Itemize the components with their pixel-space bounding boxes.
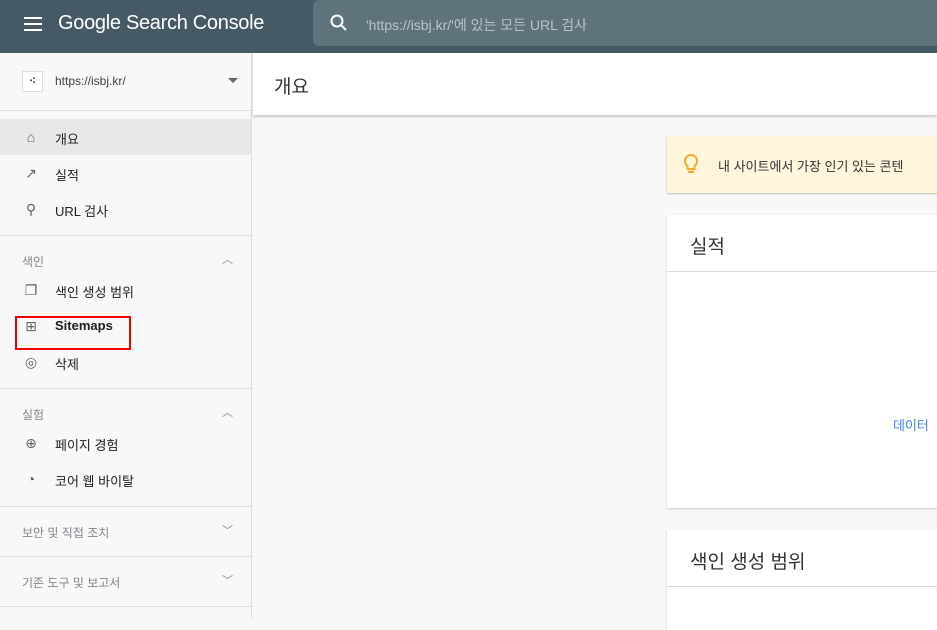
lightbulb-icon (683, 153, 699, 173)
sidebar-item-performance[interactable]: ↗ 실적 (0, 155, 251, 191)
card-title: 실적 (667, 215, 937, 272)
eye-off-icon: ◎ (24, 354, 38, 370)
chevron-down-icon: ﹀ (222, 575, 233, 587)
sidebar-item-coverage[interactable]: ❐ 색인 생성 범위 (0, 272, 251, 308)
sidebar-item-core-web-vitals[interactable]: ◔ 코어 웹 바이탈 (0, 461, 251, 497)
search-placeholder: 'https://isbj.kr/'에 있는 모든 URL 검사 (366, 17, 588, 33)
section-legacy[interactable]: 기존 도구 및 보고서 ﹀ (0, 557, 251, 606)
chevron-up-icon: ︿ (222, 254, 233, 266)
site-favicon: ⁖ (22, 71, 43, 92)
property-selector[interactable]: ⁖ https://isbj.kr/ (0, 53, 251, 111)
search-icon (330, 14, 347, 31)
sidebar-item-page-experience[interactable]: ⊕ 페이지 경험 (0, 425, 251, 461)
trending-up-icon: ↗ (25, 165, 37, 181)
speedometer-icon: ◔ (26, 471, 36, 487)
menu-icon[interactable] (24, 17, 42, 31)
page-header: 개요 (253, 53, 937, 115)
url-inspect-search[interactable]: 'https://isbj.kr/'에 있는 모든 URL 검사 (313, 0, 937, 46)
pages-icon: ❐ (24, 282, 38, 298)
app-logo[interactable]: Google Search Console (58, 12, 264, 35)
search-icon: ⚲ (25, 201, 37, 217)
chevron-up-icon: ︿ (222, 407, 233, 419)
home-icon: ⌂ (26, 129, 36, 145)
property-url: https://isbj.kr/ (55, 74, 126, 88)
sitemaps-highlight-box (15, 316, 131, 350)
section-security[interactable]: 보안 및 직접 조치 ﹀ (0, 507, 251, 556)
top-bar: Google Search Console 'https://isbj.kr/'… (0, 0, 937, 53)
sidebar-item-url-inspection[interactable]: ⚲ URL 검사 (0, 191, 251, 227)
chevron-down-icon: ﹀ (222, 525, 233, 537)
plus-circle-icon: ⊕ (25, 435, 37, 451)
tip-banner[interactable]: 내 사이트에서 가장 인기 있는 콘텐 (667, 136, 937, 193)
coverage-card: 색인 생성 범위 (667, 530, 937, 630)
dropdown-caret-icon (228, 78, 238, 88)
card-title: 색인 생성 범위 (667, 530, 937, 587)
sidebar-item-overview[interactable]: ⌂ 개요 (0, 119, 251, 155)
data-link[interactable]: 데이터 (893, 415, 929, 434)
tip-text: 내 사이트에서 가장 인기 있는 콘텐 (718, 159, 904, 174)
page-title: 개요 (274, 77, 309, 98)
performance-card: 실적 데이터 (667, 215, 937, 508)
